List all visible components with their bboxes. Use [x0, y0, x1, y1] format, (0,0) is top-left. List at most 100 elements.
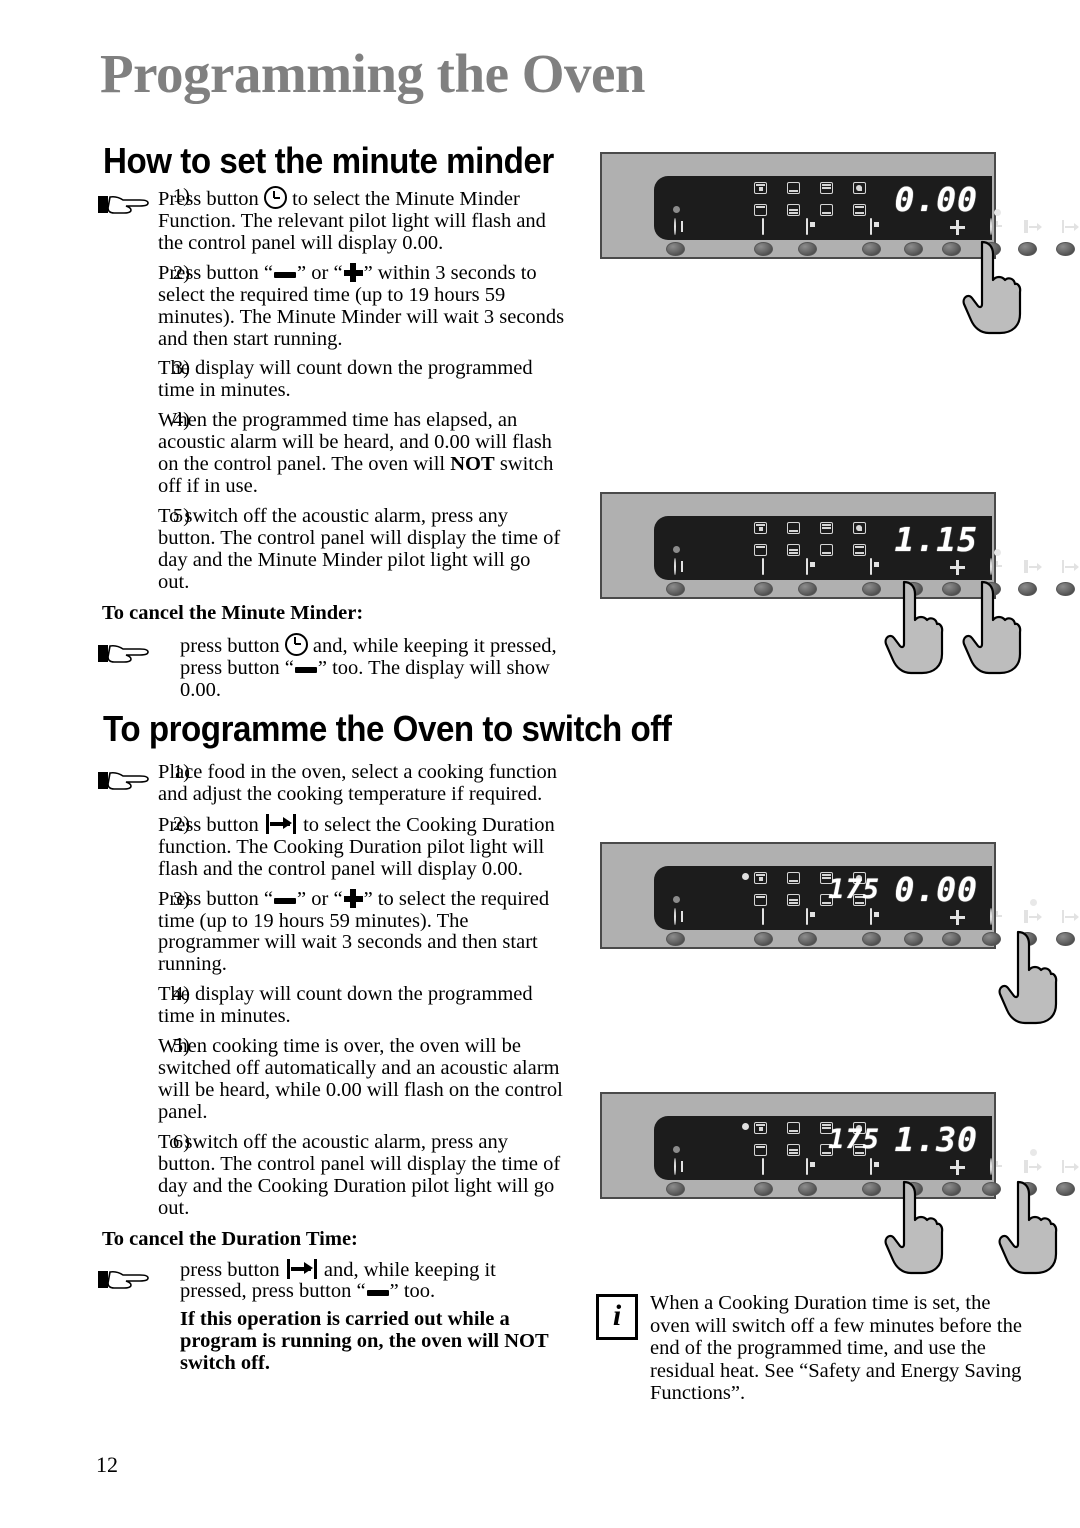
cancel-instruction: press button and, while keeping it press…: [96, 632, 566, 702]
pilot-light-status: [673, 546, 680, 553]
clock-icon: [263, 186, 287, 209]
step-number: 5): [172, 504, 190, 527]
end-time-button[interactable]: [1056, 582, 1075, 596]
lcd-display: 175 1.30: [654, 1116, 1079, 1180]
instruction-step: 6) To switch off the acoustic alarm, pres…: [96, 1131, 566, 1220]
body-text: ” too.: [389, 1280, 436, 1303]
pressing-hand-minus: [884, 1180, 946, 1276]
function-icon-bottom-heat: [787, 1122, 800, 1134]
minute-minder-button-symbol: [990, 908, 992, 925]
function-icon-fan-grill: [787, 1144, 800, 1156]
time-readout: 1.30: [894, 1120, 978, 1159]
plus-button[interactable]: [942, 242, 961, 256]
function-icon-row-2: [754, 204, 886, 216]
figure-panel-minute-minder-start: 0.00: [600, 152, 1079, 335]
instruction-step: 4) The display will count down the progra…: [96, 983, 566, 1028]
instruction-step: 4) When the programmed time has elapsed, …: [96, 409, 566, 498]
power-button[interactable]: [666, 1182, 685, 1196]
instruction-step: 3) The display will count down the progra…: [96, 358, 566, 402]
temperature-button[interactable]: [862, 582, 881, 596]
pressing-hand-clock: [962, 240, 1024, 336]
function-icon-fan-grill: [787, 544, 800, 556]
info-icon: i: [596, 1294, 638, 1340]
temperature-button[interactable]: [862, 1182, 881, 1196]
temperature-readout: 175: [828, 1124, 880, 1155]
section-body-minute-minder: 1) Press button to select the Minute Mind…: [96, 185, 566, 702]
pilot-light-duration: [1030, 899, 1037, 906]
manual-page: Programming the Oven How to set the minu…: [0, 0, 1080, 1528]
section-title-switch-off: To programme the Oven to switch off: [103, 708, 672, 749]
figure-panel-duration-start: 175 0.00: [600, 842, 1079, 1025]
pressing-hand-duration: [998, 1180, 1060, 1276]
pilot-light-status: [673, 206, 680, 213]
function-icon-fan-grill: [787, 894, 800, 906]
function-icon-conventional: [754, 872, 767, 884]
minus-button[interactable]: [904, 242, 923, 256]
warning-text: If this operation is carried out while a…: [180, 1308, 549, 1375]
function-icon-row-2: [754, 544, 886, 556]
page-title: Programming the Oven: [100, 43, 646, 104]
function-icon-defrost: [820, 544, 833, 556]
emphasis-text: NOT: [450, 453, 495, 476]
function-icon-row-1: [754, 522, 886, 534]
duration-icon: [286, 1258, 317, 1279]
minute-minder-button-symbol: [990, 558, 992, 575]
oven-light-button-symbol: [806, 558, 808, 575]
lcd-display: 1.15: [654, 516, 1079, 580]
temperature-button-symbol: [870, 1158, 872, 1175]
power-button-symbol: [674, 908, 676, 925]
power-button[interactable]: [666, 582, 685, 596]
oven-light-button[interactable]: [798, 582, 817, 596]
function-icon-conventional: [754, 1122, 767, 1134]
oven-light-button[interactable]: [798, 242, 817, 256]
step-number: 3): [172, 887, 190, 910]
body-text: To switch off the acoustic alarm, press …: [158, 504, 561, 593]
minus-icon: [294, 666, 317, 673]
power-button[interactable]: [666, 932, 685, 946]
minus-icon: [274, 897, 297, 904]
oven-light-button[interactable]: [798, 1182, 817, 1196]
instruction-step: 5) To switch off the acoustic alarm, pres…: [96, 504, 566, 594]
function-button[interactable]: [754, 242, 773, 256]
function-icon-keep-warm: [853, 544, 866, 556]
function-button-symbol: [762, 558, 764, 575]
function-icon-fan: [853, 522, 866, 534]
function-icon-conventional: [754, 522, 767, 534]
power-button-symbol: [674, 1158, 676, 1175]
instruction-step: 3) Press button “” or “” to select the re…: [96, 887, 566, 977]
pilot-light-status: [673, 896, 680, 903]
function-button[interactable]: [754, 932, 773, 946]
temperature-button-symbol: [870, 218, 872, 235]
step-number: 2): [172, 812, 190, 835]
step-number: 2): [172, 261, 190, 284]
temperature-button[interactable]: [862, 242, 881, 256]
pointing-hand-icon: [96, 640, 154, 666]
function-icon-top-heat: [754, 1144, 767, 1156]
cancel-heading: To cancel the Minute Minder:: [102, 601, 364, 624]
minus-icon: [366, 1290, 389, 1297]
function-icon-bottom-heat: [787, 182, 800, 194]
function-button[interactable]: [754, 1182, 773, 1196]
function-icon-defrost: [820, 204, 833, 216]
pilot-light-minute-minder: [994, 209, 1001, 216]
temperature-readout: 175: [828, 874, 880, 905]
time-readout: 0.00: [894, 180, 978, 219]
instruction-step: 1) Place food in the oven, select a cooki…: [96, 761, 566, 806]
info-note: i When a Cooking Duration time is set, t…: [596, 1292, 1026, 1405]
temperature-button[interactable]: [862, 932, 881, 946]
plus-button[interactable]: [942, 932, 961, 946]
time-readout: 0.00: [894, 870, 978, 909]
minus-button[interactable]: [904, 932, 923, 946]
duration-icon: [265, 813, 296, 834]
end-time-button[interactable]: [1056, 242, 1075, 256]
power-button[interactable]: [666, 242, 685, 256]
figure-panel-minute-minder-set: 1.15: [600, 492, 1079, 675]
function-button[interactable]: [754, 582, 773, 596]
lcd-display: 0.00: [654, 176, 1079, 240]
oven-light-button-symbol: [806, 218, 808, 235]
instruction-step: 5) When cooking time is over, the oven wi…: [96, 1035, 566, 1124]
function-icon-top-heat: [754, 204, 767, 216]
step-number: 1): [172, 761, 190, 783]
oven-light-button[interactable]: [798, 932, 817, 946]
function-button-symbol: [762, 908, 764, 925]
